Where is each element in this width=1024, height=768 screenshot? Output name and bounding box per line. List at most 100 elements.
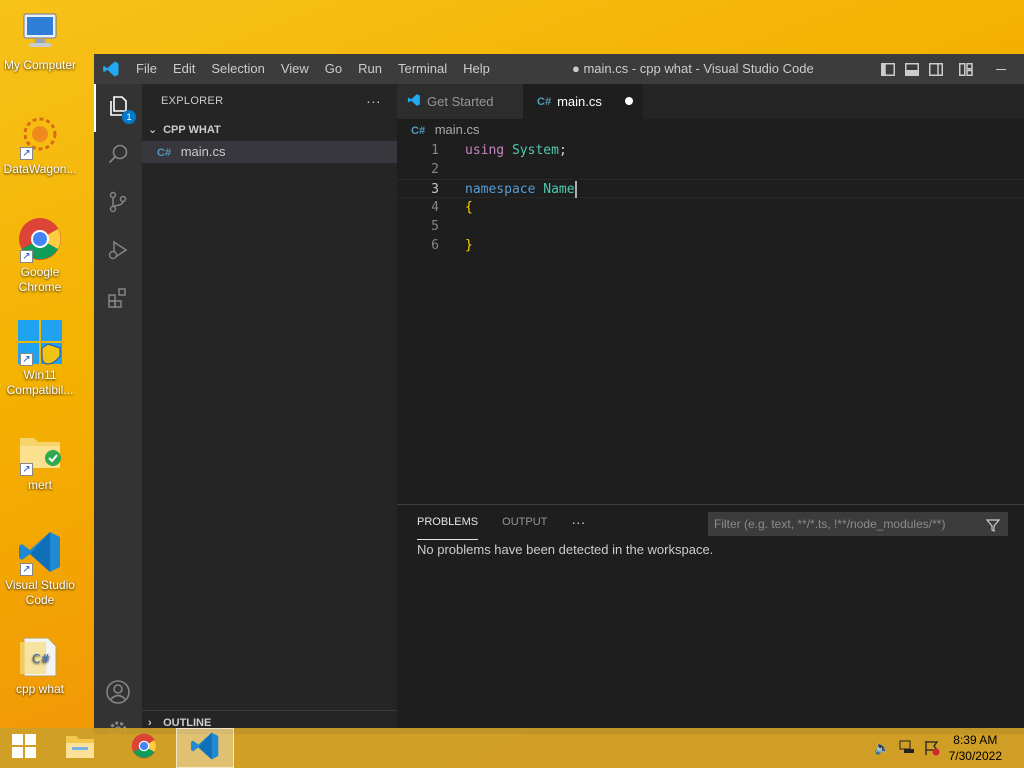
line-number: 1 bbox=[431, 143, 439, 158]
filter-icon[interactable] bbox=[985, 516, 1001, 540]
run-debug-icon bbox=[106, 238, 130, 267]
taskbar-chrome[interactable] bbox=[124, 728, 164, 768]
shortcut-arrow-icon: ↗ bbox=[20, 250, 33, 263]
desktop-icon-google-chrome[interactable]: ↗ Google Chrome bbox=[0, 215, 80, 295]
code-line[interactable]: 6} bbox=[397, 236, 1024, 255]
panel-more-icon[interactable]: ··· bbox=[571, 505, 585, 540]
breadcrumb[interactable]: C# main.cs bbox=[397, 119, 1024, 141]
line-number: 5 bbox=[431, 219, 439, 234]
tab-problems[interactable]: PROBLEMS bbox=[417, 505, 479, 540]
menu-run[interactable]: Run bbox=[350, 54, 390, 84]
menu-edit[interactable]: Edit bbox=[165, 54, 203, 84]
desktop-icon-win11-compatibility[interactable]: ↗ Win11 Compatibil... bbox=[0, 318, 80, 398]
source-control-button[interactable] bbox=[94, 180, 142, 228]
problems-message: No problems have been detected in the wo… bbox=[417, 542, 714, 557]
accounts-button[interactable] bbox=[94, 670, 142, 718]
network-icon[interactable] bbox=[899, 740, 915, 757]
csharp-file-icon: C# bbox=[16, 632, 64, 680]
file-main-cs[interactable]: C# main.cs bbox=[142, 141, 397, 163]
vscode-tab-icon bbox=[407, 93, 421, 110]
line-number: 2 bbox=[431, 162, 439, 177]
folder-cpp-what[interactable]: ⌄ CPP WHAT bbox=[142, 119, 397, 141]
clock-time: 8:39 AM bbox=[953, 733, 998, 747]
explorer-button[interactable]: 1 bbox=[94, 84, 142, 132]
bottom-panel: PROBLEMS OUTPUT ··· Filter (e.g. text, *… bbox=[397, 504, 1024, 734]
desktop-icon-mert[interactable]: ↗ mert bbox=[0, 428, 80, 493]
code-line[interactable]: 4{ bbox=[397, 198, 1024, 217]
clock[interactable]: 8:39 AM 7/30/2022 bbox=[949, 732, 1002, 764]
extensions-icon bbox=[106, 286, 130, 315]
vscode-window: File Edit Selection View Go Run Terminal… bbox=[94, 54, 1024, 734]
clock-date: 7/30/2022 bbox=[948, 749, 1002, 763]
chrome-icon bbox=[130, 732, 158, 765]
desktop-icon-datawagon[interactable]: ↗ DataWagon... bbox=[0, 112, 80, 177]
tab-get-started[interactable]: Get Started bbox=[397, 84, 523, 119]
tab-output[interactable]: OUTPUT bbox=[502, 505, 547, 540]
desktop-icon-visual-studio-code[interactable]: ↗ Visual Studio Code bbox=[0, 528, 80, 608]
desktop-icon-label: Visual Studio Code bbox=[5, 578, 75, 607]
desktop-icon-label: DataWagon... bbox=[3, 162, 77, 176]
tab-label: Get Started bbox=[427, 94, 494, 109]
editor-area: Get Started C# main.cs C# main.cs 1 using… bbox=[397, 84, 1024, 504]
code-editor[interactable]: 1 using System; 2 3 namespace Name 4{ 5 6} bbox=[397, 141, 1024, 255]
search-button[interactable] bbox=[94, 132, 142, 180]
windows-start-icon bbox=[11, 733, 37, 764]
code-line[interactable]: 5 bbox=[397, 217, 1024, 236]
desktop-icon-my-computer[interactable]: My Computer bbox=[0, 8, 80, 73]
taskbar-vscode[interactable] bbox=[176, 728, 234, 768]
taskbar-file-explorer[interactable] bbox=[58, 728, 102, 768]
customize-layout-icon[interactable] bbox=[954, 54, 978, 84]
toggle-secondary-sidebar-icon[interactable] bbox=[924, 54, 948, 84]
problems-filter-input[interactable]: Filter (e.g. text, **/*.ts, !**/node_mod… bbox=[708, 512, 1008, 536]
unsaved-dot-icon[interactable] bbox=[625, 97, 633, 105]
code-token: } bbox=[465, 238, 473, 253]
svg-text:C#: C# bbox=[32, 652, 50, 666]
menu-selection[interactable]: Selection bbox=[203, 54, 272, 84]
toggle-panel-icon[interactable] bbox=[900, 54, 924, 84]
line-number: 4 bbox=[431, 200, 439, 215]
toggle-primary-sidebar-icon[interactable] bbox=[876, 54, 900, 84]
menu-file[interactable]: File bbox=[128, 54, 165, 84]
shortcut-arrow-icon: ↗ bbox=[20, 147, 33, 160]
code-token: ; bbox=[558, 143, 567, 158]
menu-terminal[interactable]: Terminal bbox=[390, 54, 455, 84]
code-token: namespace bbox=[465, 182, 536, 197]
menu-help[interactable]: Help bbox=[455, 54, 498, 84]
desktop-icon-label: Win11 Compatibil... bbox=[6, 368, 74, 397]
code-line[interactable]: 3 namespace Name bbox=[397, 179, 1024, 198]
code-token: System bbox=[511, 143, 559, 158]
volume-muted-icon[interactable]: 🔈 bbox=[874, 740, 890, 756]
breadcrumb-file: main.cs bbox=[434, 122, 480, 137]
folder-label: CPP WHAT bbox=[163, 124, 221, 136]
desktop-icon-label: Google Chrome bbox=[18, 265, 62, 294]
taskbar: 🔈 8:39 AM 7/30/2022 bbox=[0, 728, 1024, 768]
minimize-button[interactable] bbox=[978, 54, 1024, 84]
extensions-button[interactable] bbox=[94, 276, 142, 324]
code-line[interactable]: 2 bbox=[397, 160, 1024, 179]
menu-view[interactable]: View bbox=[273, 54, 317, 84]
start-button[interactable] bbox=[0, 728, 48, 768]
activity-bar: 1 bbox=[94, 84, 142, 734]
desktop-icon-label: My Computer bbox=[3, 58, 77, 72]
menu-bar: File Edit Selection View Go Run Terminal… bbox=[128, 54, 498, 84]
file-label: main.cs bbox=[180, 144, 226, 159]
code-text: using System; bbox=[465, 141, 567, 160]
code-text: namespace Name bbox=[465, 180, 577, 199]
datawagon-logo-icon: ↗ bbox=[16, 112, 64, 160]
folder-icon: ↗ bbox=[16, 428, 64, 476]
title-bar: File Edit Selection View Go Run Terminal… bbox=[94, 54, 1024, 84]
more-actions-icon[interactable]: ··· bbox=[366, 84, 381, 119]
menu-go[interactable]: Go bbox=[317, 54, 350, 84]
line-number: 3 bbox=[431, 182, 439, 197]
code-line[interactable]: 1 using System; bbox=[397, 141, 1024, 160]
tab-main-cs[interactable]: C# main.cs bbox=[523, 84, 643, 119]
csharp-icon: C# bbox=[411, 125, 426, 137]
action-center-icon[interactable] bbox=[924, 740, 940, 759]
vscode-logo-icon bbox=[102, 60, 120, 78]
windows-logo-icon: ↗ bbox=[16, 318, 64, 366]
desktop-icon-label: mert bbox=[28, 478, 52, 492]
run-debug-button[interactable] bbox=[94, 228, 142, 276]
title-controls bbox=[876, 54, 1024, 84]
desktop-icon-cpp-what[interactable]: C# cpp what bbox=[0, 632, 80, 697]
